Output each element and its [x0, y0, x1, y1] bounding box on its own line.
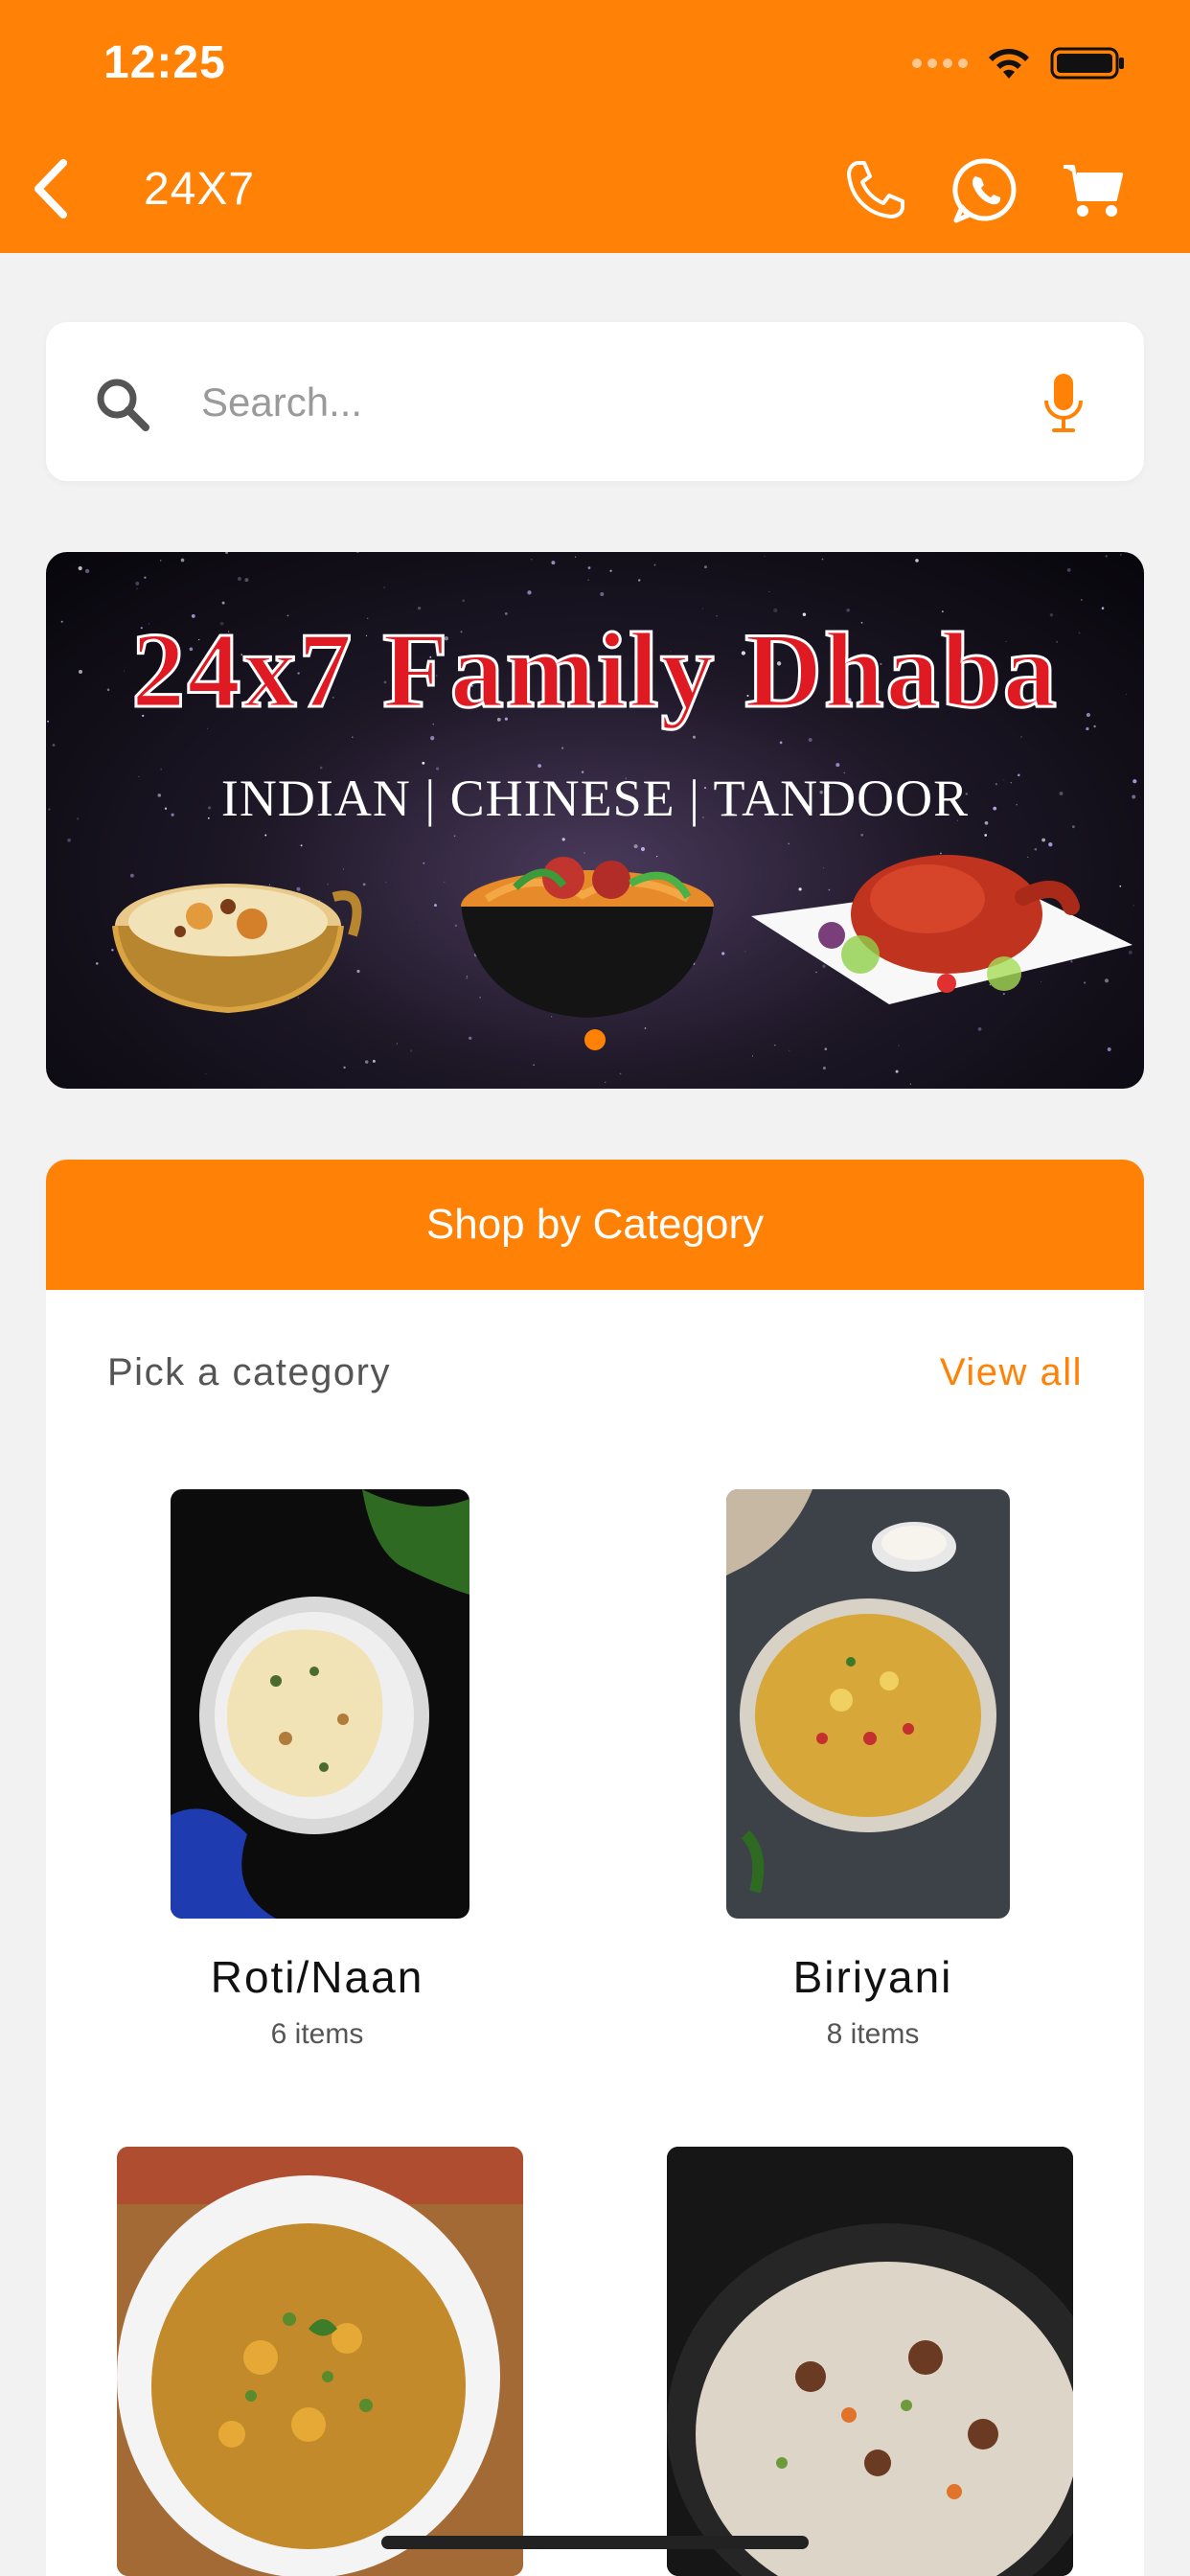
tandoori-plate-image — [751, 855, 1133, 1004]
noodles-bowl-image — [461, 857, 714, 1018]
banner-subtitle: INDIAN | CHINESE | TANDOOR — [220, 770, 970, 827]
signal-icon — [912, 58, 968, 68]
cart-icon[interactable] — [1058, 153, 1131, 226]
pulao-image — [667, 2147, 1073, 2576]
category-count: 6 items — [270, 2018, 364, 2050]
biriyani-image — [726, 1489, 1010, 1919]
roti-naan-image — [171, 1489, 469, 1919]
status-time: 12:25 — [103, 37, 226, 88]
back-icon[interactable] — [21, 155, 79, 222]
app-header: 12:25 24X7 — [0, 0, 1190, 253]
search-bar — [46, 322, 1144, 481]
promo-banner[interactable]: 24x7 Family Dhaba INDIAN | CHINESE | TAN… — [46, 552, 1144, 1089]
home-indicator[interactable] — [381, 2536, 809, 2549]
search-icon — [97, 379, 149, 431]
carousel-indicator[interactable] — [584, 1029, 606, 1050]
pick-category-label: Pick a category — [107, 1351, 391, 1393]
banner-title: 24x7 Family Dhaba — [130, 610, 1059, 732]
category-name: Roti/Naan — [210, 1952, 424, 2002]
category-item-curry[interactable] — [117, 2147, 523, 2576]
mic-icon[interactable] — [1035, 370, 1092, 437]
category-name: Biriyani — [792, 1952, 953, 2002]
veg-curry-image — [117, 2147, 523, 2576]
wifi-icon — [989, 49, 1029, 79]
category-section: Shop by Category Pick a category View al… — [46, 1160, 1144, 2576]
battery-icon — [1050, 47, 1124, 80]
view-all-link[interactable]: View all — [940, 1351, 1083, 1394]
whatsapp-icon[interactable] — [949, 153, 1021, 226]
status-icons — [912, 44, 1127, 82]
category-section-header: Shop by Category — [46, 1160, 1144, 1290]
category-item-roti-naan[interactable]: Roti/Naan 6 items — [103, 1489, 531, 2050]
title-bar: 24X7 — [0, 142, 1190, 238]
search-input[interactable] — [199, 360, 1027, 445]
category-item-pulao[interactable] — [667, 2147, 1073, 2576]
category-count: 8 items — [826, 2018, 920, 2050]
phone-icon[interactable] — [839, 153, 912, 226]
biryani-pot-image — [112, 884, 362, 1014]
category-item-biriyani[interactable]: Biriyani 8 items — [659, 1489, 1087, 2050]
page-title: 24X7 — [144, 164, 256, 215]
